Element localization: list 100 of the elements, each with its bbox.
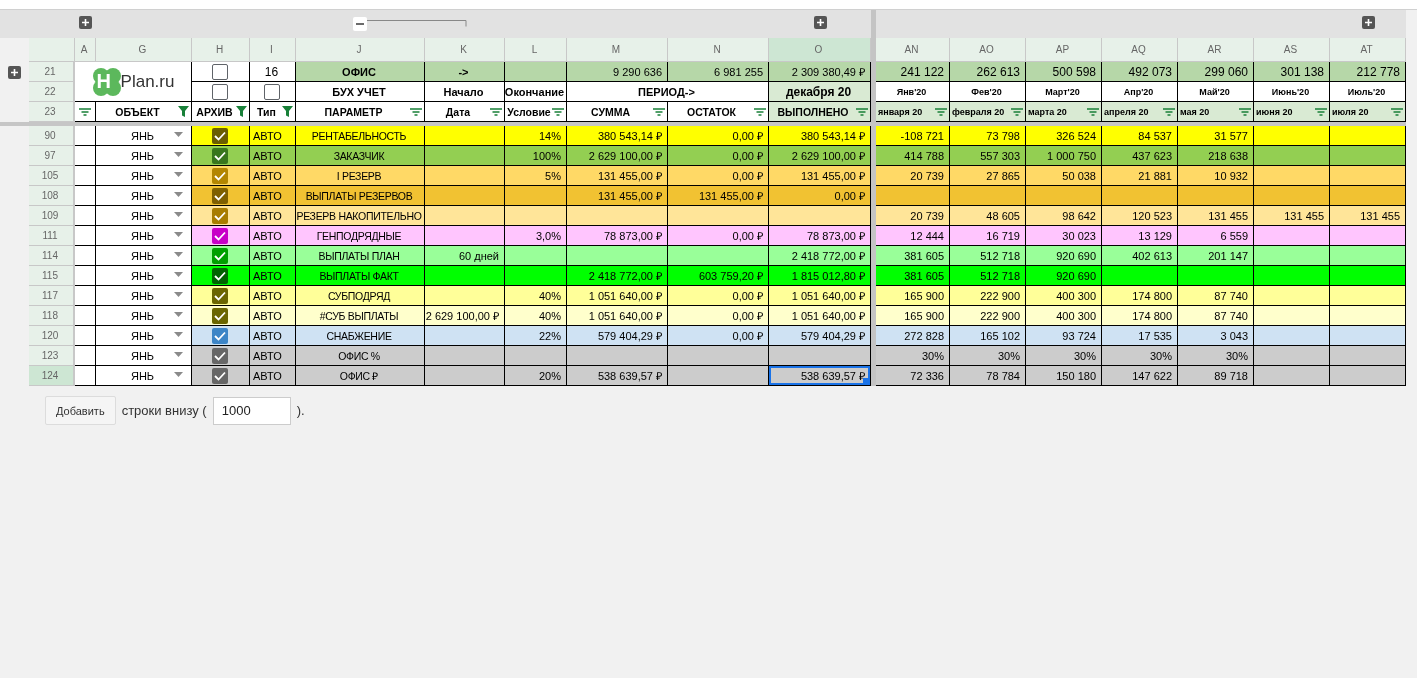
table-cell: 131 455,00 ₽ — [668, 186, 769, 206]
row-header[interactable]: 124 — [29, 366, 75, 386]
table-cell: 2 629 100,00 ₽ — [425, 306, 505, 326]
table-cell: 165 900 — [876, 306, 950, 326]
dropdown-cell[interactable]: ЯНЬ — [96, 146, 192, 166]
table-cell: 2 309 380,49 ₽ — [769, 62, 871, 82]
table-cell: 89 718 — [1178, 366, 1254, 386]
table-cell: РЕЗЕРВ НАКОПИТЕЛЬНО — [296, 206, 425, 226]
dropdown-cell[interactable]: ЯНЬ — [96, 286, 192, 306]
column-header[interactable]: AN — [876, 38, 950, 62]
column-header[interactable]: AP — [1026, 38, 1102, 62]
table-cell: 73 798 — [950, 126, 1026, 146]
table-cell: 920 690 — [1026, 246, 1102, 266]
row-header[interactable]: 108 — [29, 186, 75, 206]
column-header[interactable]: K — [425, 38, 505, 62]
row-count-field[interactable]: 1000 — [212, 396, 291, 425]
table-cell: 13 129 — [1102, 226, 1178, 246]
column-header[interactable]: O — [769, 38, 871, 62]
row-header[interactable]: 118 — [29, 306, 75, 326]
column-label: Дата — [444, 105, 472, 118]
table-cell: 380 543,14 ₽ — [567, 126, 668, 146]
table-cell: 0,00 ₽ — [668, 126, 769, 146]
row-header[interactable]: 21 — [29, 62, 75, 82]
table-cell: 131 455 — [1254, 206, 1330, 226]
table-cell: 2 629 100,00 ₽ — [567, 146, 668, 166]
dropdown-cell[interactable]: ЯНЬ — [96, 306, 192, 326]
table-cell: 3,0% — [505, 226, 567, 246]
table-cell: 174 800 — [1102, 306, 1178, 326]
dropdown-cell[interactable]: ЯНЬ — [96, 326, 192, 346]
logo-text: Plan.ru — [120, 71, 175, 92]
row-header[interactable]: 90 — [29, 126, 75, 146]
column-header[interactable]: AT — [1330, 38, 1406, 62]
table-cell: 557 303 — [950, 146, 1026, 166]
dropdown-cell[interactable]: ЯНЬ — [96, 226, 192, 246]
table-cell: ВЫПЛАТЫ РЕЗЕРВОВ — [296, 186, 425, 206]
table-cell: 100% — [505, 146, 567, 166]
table-cell: ОФИС ₽ — [296, 366, 425, 386]
table-cell: 21 881 — [1102, 166, 1178, 186]
column-header[interactable]: G — [96, 38, 192, 62]
table-cell: 603 759,20 ₽ — [668, 266, 769, 286]
dropdown-cell[interactable]: ЯНЬ — [96, 206, 192, 226]
table-cell: АВТО — [250, 166, 296, 186]
column-header[interactable]: M — [567, 38, 668, 62]
table-cell: Июль'20 — [1330, 82, 1406, 102]
row-header[interactable]: 117 — [29, 286, 75, 306]
row-header[interactable]: 111 — [29, 226, 75, 246]
table-cell: -108 721 — [876, 126, 950, 146]
table-cell: 222 900 — [950, 306, 1026, 326]
column-label: апреля 20 — [1104, 106, 1150, 117]
add-rows-button[interactable]: Добавить — [45, 396, 116, 425]
dropdown-cell[interactable]: ЯНЬ — [96, 186, 192, 206]
dropdown-cell[interactable]: ЯНЬ — [96, 266, 192, 286]
table-cell: 93 724 — [1026, 326, 1102, 346]
dropdown-cell[interactable]: ЯНЬ — [96, 366, 192, 386]
row-header[interactable]: 23 — [29, 102, 75, 122]
table-cell: 5% — [505, 166, 567, 186]
column-header[interactable]: I — [250, 38, 296, 62]
column-header[interactable]: A — [75, 38, 96, 62]
table-cell: 78 873,00 ₽ — [769, 226, 871, 246]
table-cell: 0,00 ₽ — [668, 326, 769, 346]
table-cell: 512 718 — [950, 266, 1026, 286]
column-header[interactable]: AR — [1178, 38, 1254, 62]
column-header[interactable]: J — [296, 38, 425, 62]
column-header[interactable]: H — [192, 38, 250, 62]
column-label: июля 20 — [1332, 106, 1370, 117]
table-cell: 0,00 ₽ — [668, 226, 769, 246]
row-header[interactable]: 120 — [29, 326, 75, 346]
row-header[interactable]: 105 — [29, 166, 75, 186]
row-header[interactable]: 22 — [29, 82, 75, 102]
dropdown-cell[interactable]: ЯНЬ — [96, 346, 192, 366]
table-cell: 6 981 255 — [668, 62, 769, 82]
table-cell: 538 639,57 ₽ — [769, 366, 871, 386]
dropdown-cell[interactable]: ЯНЬ — [96, 246, 192, 266]
table-cell: АВТО — [250, 186, 296, 206]
table-cell: 30% — [1178, 346, 1254, 366]
column-header[interactable]: N — [668, 38, 769, 62]
table-cell: ГЕНПОДРЯДНЫЕ — [296, 226, 425, 246]
row-header[interactable]: 97 — [29, 146, 75, 166]
column-header[interactable]: AO — [950, 38, 1026, 62]
column-header[interactable]: L — [505, 38, 567, 62]
table-cell: 165 102 — [950, 326, 1026, 346]
column-header[interactable]: AQ — [1102, 38, 1178, 62]
row-header[interactable]: 123 — [29, 346, 75, 366]
table-cell: 20 739 — [876, 206, 950, 226]
row-header[interactable]: 109 — [29, 206, 75, 226]
dropdown-cell[interactable]: ЯНЬ — [96, 166, 192, 186]
table-cell: АВТО — [250, 286, 296, 306]
table-cell: 22% — [505, 326, 567, 346]
column-header[interactable]: AS — [1254, 38, 1330, 62]
table-cell: 492 073 — [1102, 62, 1178, 82]
column-label: марта 20 — [1028, 106, 1068, 117]
table-cell: 16 — [250, 62, 296, 82]
footer-text: ). — [296, 403, 305, 418]
row-header[interactable]: 114 — [29, 246, 75, 266]
table-cell: 437 623 — [1102, 146, 1178, 166]
table-cell: 20% — [505, 366, 567, 386]
row-header[interactable]: 115 — [29, 266, 75, 286]
table-cell: 380 543,14 ₽ — [769, 126, 871, 146]
column-label: мая 20 — [1180, 106, 1211, 117]
dropdown-cell[interactable]: ЯНЬ — [96, 126, 192, 146]
